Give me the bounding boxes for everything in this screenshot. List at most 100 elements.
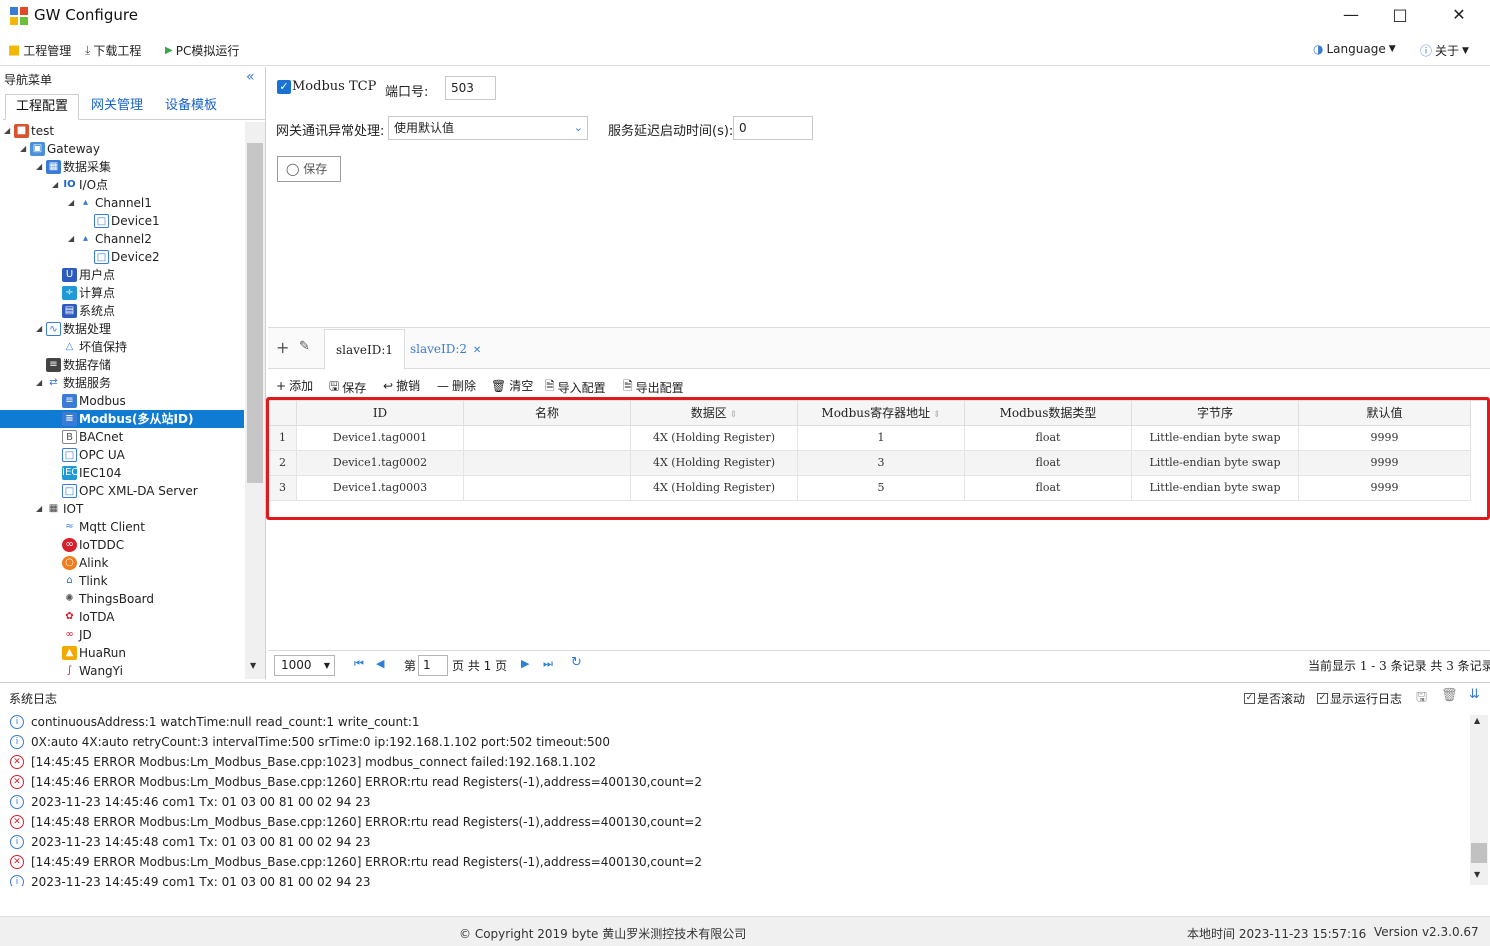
delay-input[interactable]: 0 [733,116,813,140]
tab-gateway-mgmt[interactable]: 网关管理 [81,94,153,120]
tree-node-iotddc[interactable]: ∞ IoTDDC [62,536,124,554]
tree-node-sys-points[interactable]: ▤ 系统点 [62,302,115,320]
tree-node-device2[interactable]: □ Device2 [94,248,160,266]
scroll-up-icon[interactable]: ▲ [1474,716,1480,725]
tree-node-iotda[interactable]: ✿ IoTDA [62,608,114,626]
scroll-down-icon[interactable]: ▼ [1474,870,1480,879]
mqtt-icon: ≈ [62,520,77,534]
iec-icon: IEC [62,466,79,480]
tree-node-user-points[interactable]: U 用户点 [62,266,115,284]
tree-node-mqtt[interactable]: ≈ Mqtt Client [62,518,145,536]
collapse-icon[interactable]: « [246,69,255,85]
tree-node-iec104[interactable]: IEC IEC104 [62,464,121,482]
close-button[interactable]: ✕ [1436,0,1482,32]
tab-device-template[interactable]: 设备模板 [155,94,227,120]
tree-node-tlink[interactable]: ⌂ Tlink [62,572,108,590]
process-icon: ∿ [46,322,61,336]
minimize-button[interactable]: — [1328,0,1374,32]
delete-button[interactable]: — 删除 [437,377,476,394]
export-button[interactable]: 🗎 导出配置 [623,377,684,398]
tree-node-data-storage[interactable]: ≡ 数据存储 [46,356,111,374]
tab-slave-1[interactable]: slaveID:1 [324,329,406,370]
chevron-down-icon: ⌄ [573,121,583,134]
port-label: 端口号: [385,85,429,100]
log-line: ✕ [14:45:48 ERROR Modbus:Lm_Modbus_Base.c… [10,812,702,832]
maximize-button[interactable]: □ [1377,0,1423,32]
about-menu[interactable]: ⓘ 关于 ▼ [1420,42,1469,59]
log-line: ✕ [14:45:49 ERROR Modbus:Lm_Modbus_Base.c… [10,852,702,872]
page-size-select[interactable]: 1000 ▼ [274,655,335,676]
collapse-down-icon[interactable]: ⇊ [1469,687,1480,702]
save-log-icon[interactable]: 🖫 [1416,688,1427,710]
tree-node-modbus[interactable]: ≡ Modbus [62,392,126,410]
tree-node-opcxml[interactable]: □ OPC XML-DA Server [62,482,198,500]
tree-node-data-service[interactable]: ◢ ⇄ 数据服务 [36,374,111,392]
modbus-tcp-checkbox[interactable]: ✓ [277,80,291,94]
download-project-button[interactable]: ⤓ 下载工程 [85,42,141,59]
port-input[interactable]: 503 [445,76,496,100]
huarun-icon: ▲ [62,646,77,660]
tree-node-wangyi[interactable]: ∫ WangYi [62,662,123,679]
log-line: ✕ [14:45:46 ERROR Modbus:Lm_Modbus_Base.c… [10,772,702,792]
window-title: GW Configure [34,6,138,24]
add-row-button[interactable]: + 添加 [276,377,313,394]
tree-node-channel2[interactable]: ◢ ▴ Channel2 [68,230,152,248]
data-collect-icon: ▦ [46,160,61,174]
undo-button[interactable]: ↩ 撤销 [383,377,420,394]
tree-node-io-points[interactable]: ◢ IO I/O点 [52,176,108,194]
close-tab-icon[interactable]: ✕ [473,345,481,356]
tree-node-alink[interactable]: ○ Alink [62,554,108,572]
iot-icon: ▦ [46,502,61,516]
language-menu[interactable]: ◑ Language ▼ [1313,42,1396,56]
tab-project-config[interactable]: 工程配置 [5,94,80,120]
prev-page-icon[interactable]: ◀ [376,657,384,670]
save-grid-button[interactable]: 🖫 保存 [329,377,366,398]
save-button[interactable]: ◯ 保存 [277,156,341,182]
tab-slave-2[interactable]: slaveID:2 ✕ [399,329,492,370]
tree-node-test[interactable]: ◢ ■ test [4,122,54,140]
tree-node-opcua[interactable]: □ OPC UA [62,446,125,464]
tree-node-calc-points[interactable]: ÷ 计算点 [62,284,115,302]
huawei-icon: ✿ [62,610,77,624]
first-page-icon[interactable]: ⏮ [354,657,364,671]
highlight-box [266,397,1490,520]
trash-icon[interactable]: 🗑 [1441,688,1458,703]
tree-node-data-collect[interactable]: ◢ ▦ 数据采集 [36,158,111,176]
tree-node-iot[interactable]: ◢ ▦ IOT [36,500,83,518]
refresh-icon[interactable]: ↻ [571,655,582,670]
tree-node-huarun[interactable]: ▲ HuaRun [62,644,126,662]
scroll-down-icon[interactable]: ▼ [250,661,256,670]
auto-scroll-toggle[interactable]: ✓ 是否滚动 [1244,690,1305,707]
last-page-icon[interactable]: ⏭ [543,657,553,671]
title-bar: GW Configure — □ ✕ [0,0,1490,32]
pc-simulate-button[interactable]: ▶ PC模拟运行 [165,42,239,59]
tree-node-data-process[interactable]: ◢ ∿ 数据处理 [36,320,111,338]
comm-error-select[interactable]: 使用默认值 ⌄ [388,116,588,140]
show-runtime-log-toggle[interactable]: ✓ 显示运行日志 [1317,690,1402,707]
edit-tab-icon[interactable]: ✎ [299,339,310,354]
pager: 1000 ▼ ⏮ ◀ 第 1 页 共 1 页 ▶ ⏭ ↻ 当前显示 1 - 3 … [268,650,1490,679]
log-line: i 2023-11-23 14:45:46 com1 Tx: 01 03 00 8… [10,792,371,812]
tree-node-bacnet[interactable]: B BACnet [62,428,123,446]
tree-node-jd[interactable]: ∞ JD [62,626,92,644]
log-title: 系统日志 [9,692,58,706]
tree-scrollbar-thumb[interactable] [247,143,263,483]
tree-node-modbus-multi[interactable]: ≡ Modbus(多从站ID) [0,410,244,428]
project-mgmt-button[interactable]: ■ 工程管理 [8,42,71,59]
log-scrollbar-thumb[interactable] [1471,843,1487,863]
tree-node-thingsboard[interactable]: ✺ ThingsBoard [62,590,154,608]
tree-node-device1[interactable]: □ Device1 [94,212,160,230]
page-number-input[interactable]: 1 [418,655,448,676]
navigation-panel: 导航菜单 « 工程配置 网关管理 设备模板 ◢ ■ test ◢ ▣ Gateway ◢… [0,67,266,679]
log-line: i 2023-11-23 14:45:48 com1 Tx: 01 03 00 8… [10,832,371,852]
tree-node-bad-value-hold[interactable]: △ 坏值保持 [62,338,127,356]
error-icon: ✕ [10,855,24,869]
add-tab-icon[interactable]: + [276,338,289,357]
import-button[interactable]: 🗎 导入配置 [545,377,606,398]
log-line: ✕ [14:45:45 ERROR Modbus:Lm_Modbus_Base.c… [10,752,596,772]
thingsboard-icon: ✺ [62,592,77,606]
tree-node-gateway[interactable]: ◢ ▣ Gateway [20,140,100,158]
tree-node-channel1[interactable]: ◢ ▴ Channel1 [68,194,152,212]
next-page-icon[interactable]: ▶ [521,657,529,670]
clear-button[interactable]: 🗑 清空 [491,377,533,394]
